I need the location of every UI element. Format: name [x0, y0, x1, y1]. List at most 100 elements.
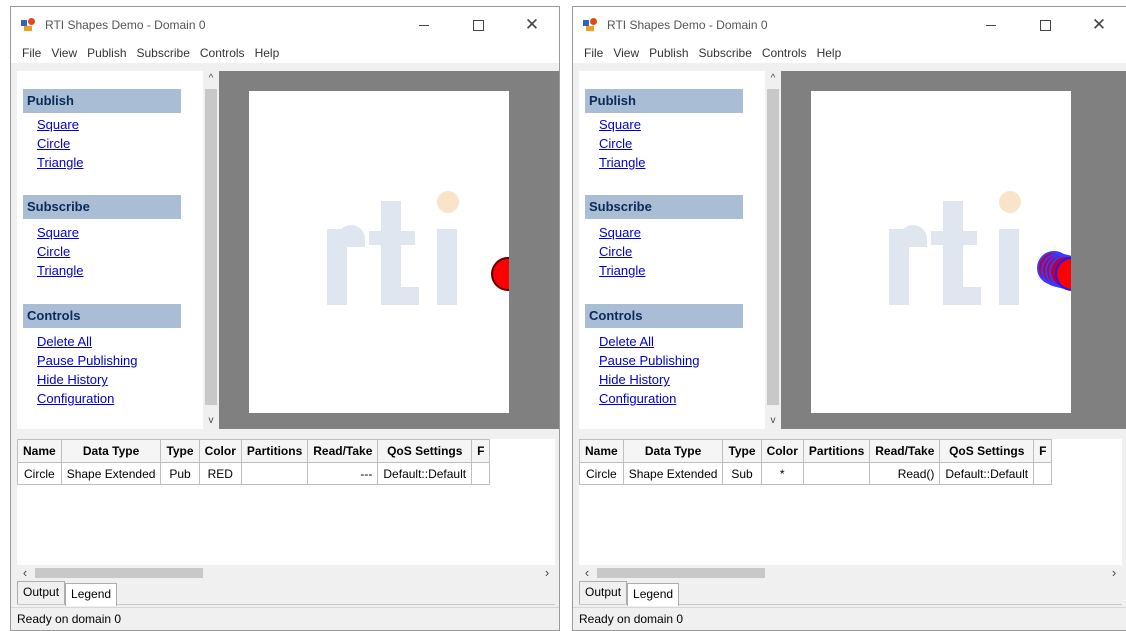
column-header-partitions[interactable]: Partitions: [240, 439, 309, 463]
publish-links: Square Circle Triangle: [37, 115, 83, 172]
menu-file[interactable]: File: [579, 46, 608, 60]
scrollbar-thumb[interactable]: [35, 568, 203, 578]
table-row[interactable]: Circle Shape Extended Sub * Read() Defau…: [579, 462, 1053, 485]
hide-history-link[interactable]: Hide History: [37, 370, 137, 389]
column-header-type[interactable]: Type: [160, 439, 200, 463]
rti-shapes-icon: [21, 18, 37, 32]
title-bar[interactable]: RTI Shapes Demo - Domain 0 ✕: [11, 7, 559, 43]
scroll-right-icon[interactable]: ›: [1106, 565, 1122, 581]
delete-all-link[interactable]: Delete All: [37, 332, 137, 351]
menu-view[interactable]: View: [46, 46, 82, 60]
menu-subscribe[interactable]: Subscribe: [132, 46, 195, 60]
cell-data-type: Shape Extended: [622, 462, 724, 485]
column-header-partitions[interactable]: Partitions: [802, 439, 871, 463]
column-header-color[interactable]: Color: [198, 439, 242, 463]
column-header-read-take[interactable]: Read/Take: [869, 439, 941, 463]
subscribe-square-link[interactable]: Square: [37, 223, 83, 242]
hide-history-link[interactable]: Hide History: [599, 370, 699, 389]
window-title: RTI Shapes Demo - Domain 0: [607, 18, 768, 32]
publish-triangle-link[interactable]: Triangle: [37, 153, 83, 172]
column-header-truncated[interactable]: F: [471, 439, 491, 463]
scrollbar-thumb[interactable]: [767, 89, 779, 405]
scroll-left-icon[interactable]: ‹: [579, 565, 595, 581]
pause-publishing-link[interactable]: Pause Publishing: [599, 351, 699, 370]
cell-qos-settings: Default::Default: [377, 462, 473, 485]
close-icon[interactable]: ✕: [505, 7, 559, 43]
menu-subscribe[interactable]: Subscribe: [694, 46, 757, 60]
rti-shapes-icon: [583, 18, 599, 32]
configuration-link[interactable]: Configuration: [599, 389, 699, 408]
cell-name: Circle: [579, 462, 624, 485]
scroll-up-icon[interactable]: ^: [765, 71, 781, 87]
scrollbar-thumb[interactable]: [597, 568, 765, 578]
publish-triangle-link[interactable]: Triangle: [599, 153, 645, 172]
column-header-qos-settings[interactable]: QoS Settings: [377, 439, 473, 463]
cell-data-type: Shape Extended: [60, 462, 162, 485]
publish-square-link[interactable]: Square: [599, 115, 645, 134]
menu-view[interactable]: View: [608, 46, 644, 60]
close-icon[interactable]: ✕: [1072, 7, 1126, 43]
tab-output[interactable]: Output: [579, 581, 628, 604]
column-header-color[interactable]: Color: [760, 439, 804, 463]
cell-type: Sub: [722, 462, 762, 485]
subscribe-square-link[interactable]: Square: [599, 223, 645, 242]
column-header-qos-settings[interactable]: QoS Settings: [939, 439, 1035, 463]
section-header-publish: Publish: [585, 89, 743, 113]
column-header-read-take[interactable]: Read/Take: [307, 439, 379, 463]
scrollbar-thumb[interactable]: [205, 89, 217, 405]
menu-bar: File View Publish Subscribe Controls Hel…: [11, 43, 559, 63]
menu-help[interactable]: Help: [250, 46, 285, 60]
menu-publish[interactable]: Publish: [644, 46, 693, 60]
section-header-subscribe: Subscribe: [585, 195, 743, 219]
menu-file[interactable]: File: [17, 46, 46, 60]
publish-square-link[interactable]: Square: [37, 115, 83, 134]
shapes-canvas[interactable]: [249, 91, 509, 413]
controls-links: Delete All Pause Publishing Hide History…: [599, 332, 699, 408]
subscribe-triangle-link[interactable]: Triangle: [37, 261, 83, 280]
configuration-link[interactable]: Configuration: [37, 389, 137, 408]
minimize-icon[interactable]: [964, 7, 1018, 43]
cell-read-take: ---: [307, 462, 379, 485]
menu-controls[interactable]: Controls: [757, 46, 812, 60]
scroll-down-icon[interactable]: v: [765, 413, 781, 429]
menu-help[interactable]: Help: [812, 46, 847, 60]
column-header-data-type[interactable]: Data Type: [622, 439, 724, 463]
section-header-controls: Controls: [585, 304, 743, 328]
shapes-canvas[interactable]: [811, 91, 1071, 413]
table-horizontal-scrollbar[interactable]: ‹ ›: [579, 565, 1122, 581]
tab-output[interactable]: Output: [17, 581, 66, 604]
scroll-right-icon[interactable]: ›: [539, 565, 555, 581]
publish-links: Square Circle Triangle: [599, 115, 645, 172]
title-bar[interactable]: RTI Shapes Demo - Domain 0 ✕: [573, 7, 1126, 43]
minimize-icon[interactable]: [397, 7, 451, 43]
pause-publishing-link[interactable]: Pause Publishing: [37, 351, 137, 370]
cell-color: RED: [198, 462, 242, 485]
menu-publish[interactable]: Publish: [82, 46, 131, 60]
column-header-truncated[interactable]: F: [1033, 439, 1053, 463]
publish-circle-link[interactable]: Circle: [599, 134, 645, 153]
tab-legend[interactable]: Legend: [65, 583, 118, 606]
subscribe-circle-link[interactable]: Circle: [37, 242, 83, 261]
column-header-type[interactable]: Type: [722, 439, 762, 463]
publish-circle-link[interactable]: Circle: [37, 134, 83, 153]
sidebar-scrollbar[interactable]: ^ v: [203, 71, 219, 429]
table-row[interactable]: Circle Shape Extended Pub RED --- Defaul…: [17, 462, 491, 485]
maximize-icon[interactable]: [451, 7, 505, 43]
subscribe-triangle-link[interactable]: Triangle: [599, 261, 645, 280]
column-header-name[interactable]: Name: [17, 439, 62, 463]
scroll-left-icon[interactable]: ‹: [17, 565, 33, 581]
scroll-down-icon[interactable]: v: [203, 413, 219, 429]
maximize-icon[interactable]: [1018, 7, 1072, 43]
sidebar-scrollbar[interactable]: ^ v: [765, 71, 781, 429]
endpoint-table: Name Data Type Type Color Partitions Rea…: [579, 439, 1122, 565]
subscribe-circle-link[interactable]: Circle: [599, 242, 645, 261]
column-header-name[interactable]: Name: [579, 439, 624, 463]
menu-controls[interactable]: Controls: [195, 46, 250, 60]
table-horizontal-scrollbar[interactable]: ‹ ›: [17, 565, 555, 581]
tab-legend[interactable]: Legend: [627, 583, 680, 606]
scroll-up-icon[interactable]: ^: [203, 71, 219, 87]
shapes-demo-window-publisher: RTI Shapes Demo - Domain 0 ✕ File View P…: [10, 6, 560, 631]
delete-all-link[interactable]: Delete All: [599, 332, 699, 351]
bottom-tabs: Output Legend: [17, 581, 118, 606]
column-header-data-type[interactable]: Data Type: [60, 439, 162, 463]
